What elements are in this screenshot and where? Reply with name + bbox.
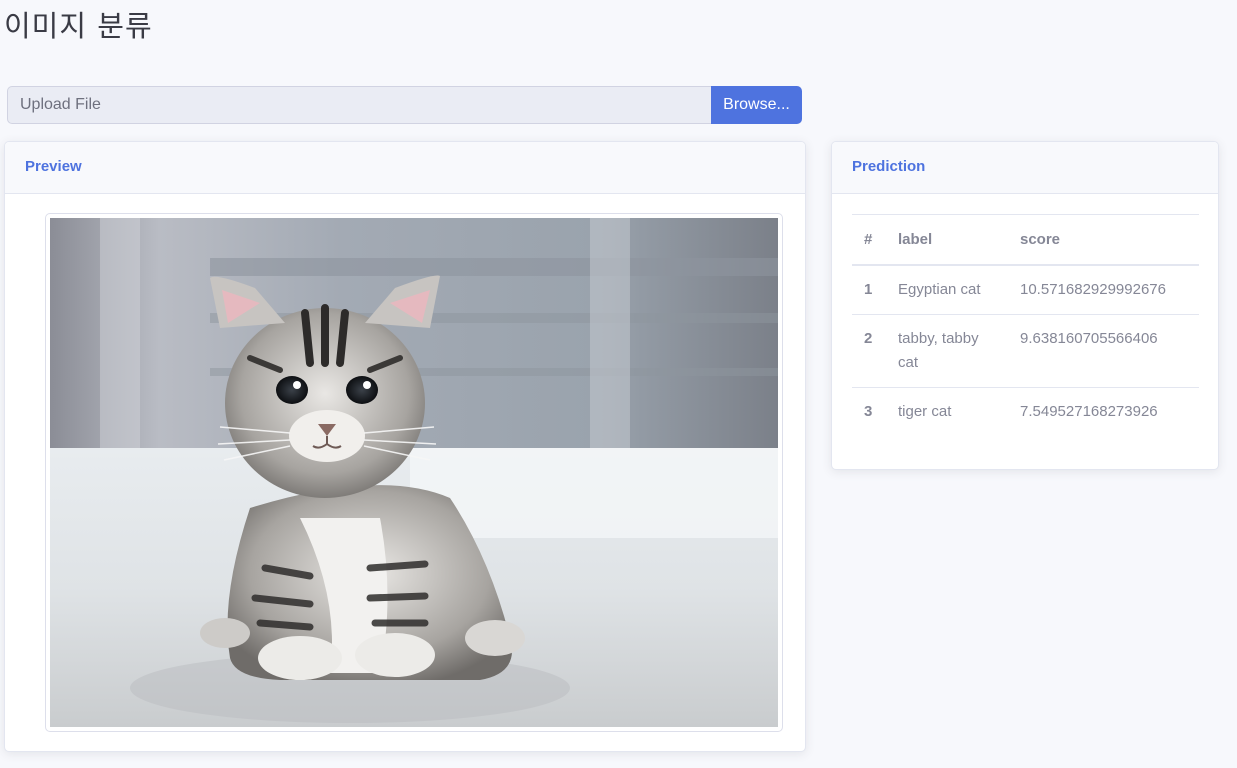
preview-card: Preview — [4, 141, 806, 752]
table-row: 3 tiger cat 7.549527168273926 — [852, 387, 1199, 436]
preview-image — [50, 218, 778, 727]
prediction-card: Prediction # label score 1 Egyptian cat … — [831, 141, 1219, 470]
table-row: 1 Egyptian cat 10.571682929992676 — [852, 264, 1199, 315]
row-rank: 3 — [864, 402, 873, 420]
preview-card-header: Preview — [5, 142, 805, 194]
page-title: 이미지 분류 — [4, 9, 153, 43]
row-label: tabby, tabby cat — [886, 314, 1008, 388]
prediction-card-header: Prediction — [832, 142, 1218, 194]
browse-button[interactable]: Browse... — [711, 86, 802, 124]
row-score: 9.638160705566406 — [1008, 314, 1199, 388]
preview-image-frame — [45, 213, 783, 732]
row-score: 7.549527168273926 — [1020, 402, 1158, 420]
table-row: 2 tabby, tabby cat 9.638160705566406 — [852, 314, 1199, 388]
prediction-table: # label score 1 Egyptian cat 10.57168292… — [852, 214, 1199, 436]
upload-file-input[interactable]: Upload File — [7, 86, 711, 124]
row-label: tiger cat — [898, 402, 952, 420]
column-header-label: label — [886, 214, 1008, 266]
file-upload-group: Upload File Browse... — [7, 86, 802, 124]
column-header-score: score — [1008, 214, 1199, 266]
row-label: Egyptian cat — [886, 264, 1008, 315]
column-header-rank: # — [852, 214, 886, 266]
row-rank: 2 — [852, 314, 886, 388]
row-rank: 1 — [852, 264, 886, 315]
row-score: 10.571682929992676 — [1008, 264, 1199, 315]
table-header-row: # label score — [852, 214, 1199, 266]
